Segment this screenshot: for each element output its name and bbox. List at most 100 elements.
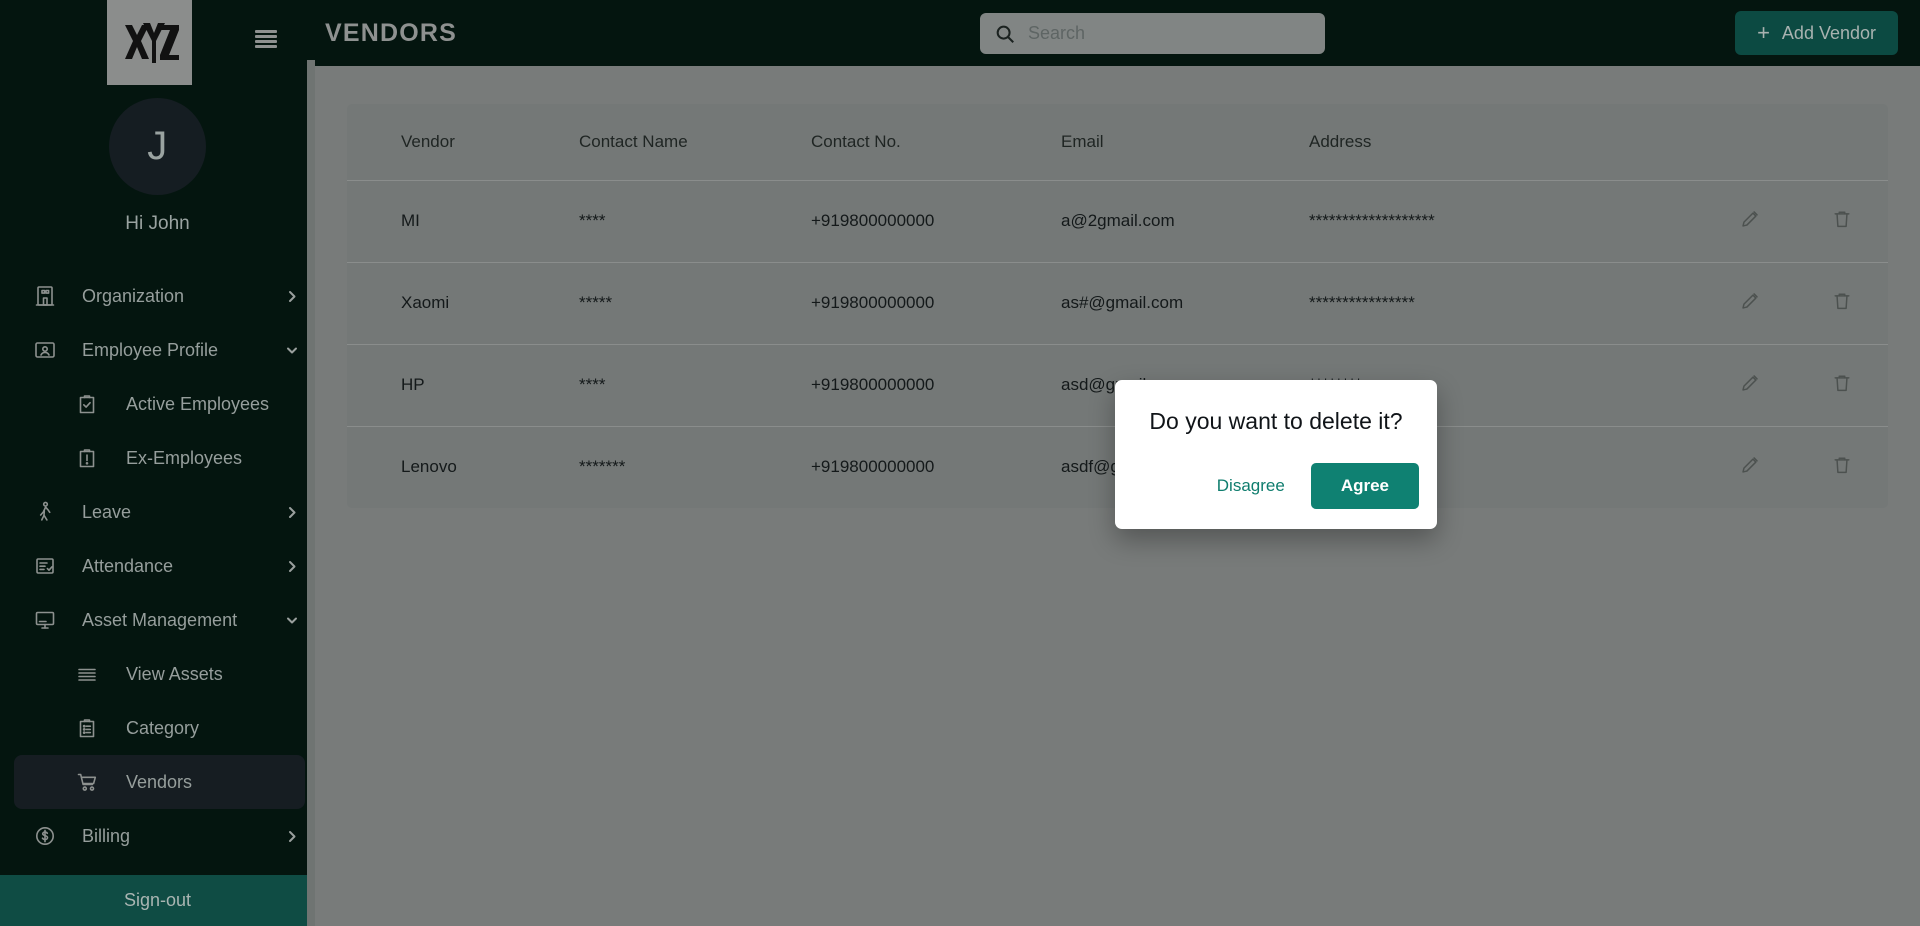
cell-vendor: Lenovo <box>347 425 579 508</box>
sidebar-brand-row <box>0 0 315 88</box>
cell-vendor: MI <box>347 179 579 262</box>
sidebar-item-organization[interactable]: Organization <box>14 269 305 323</box>
hamburger-icon[interactable] <box>255 30 277 48</box>
cell-vendor: HP <box>347 343 579 426</box>
sidebar-nav: Organization Employee Profile Active Emplo… <box>0 269 315 875</box>
list-check-icon <box>32 553 58 579</box>
cell-email: as#@gmail.com <box>1061 261 1309 344</box>
column-header-address: Address <box>1309 131 1372 151</box>
clipboard-check-icon <box>74 391 100 417</box>
user-greeting: Hi John <box>125 213 190 234</box>
chevron-right-icon[interactable] <box>285 829 299 843</box>
cell-contact-no: +919800000000 <box>811 261 1061 344</box>
avatar-initial: J <box>147 124 168 168</box>
cell-vendor: Xaomi <box>347 261 579 344</box>
agree-button[interactable]: Agree <box>1310 463 1419 509</box>
table-row: Xaomi ***** +919800000000 as#@gmail.com ****… <box>347 261 1888 344</box>
trash-icon[interactable] <box>1831 372 1853 394</box>
trash-icon[interactable] <box>1831 290 1853 312</box>
user-block: J Hi John <box>0 98 315 235</box>
disagree-button[interactable]: Disagree <box>1201 466 1301 506</box>
cell-contact-name: **** <box>579 179 811 262</box>
cell-contact-name: ***** <box>579 261 811 344</box>
monitor-icon <box>32 607 58 633</box>
column-header-contact-name: Contact Name <box>579 131 688 151</box>
search-input[interactable]: Search <box>980 13 1325 54</box>
column-header-delete-action <box>1796 104 1888 180</box>
search-placeholder: Search <box>1028 23 1086 43</box>
avatar[interactable]: J <box>109 98 206 195</box>
app-root: J Hi John Organization Employee Profile Ac… <box>0 0 1920 926</box>
sidebar-item-view-assets[interactable]: View Assets <box>14 647 305 701</box>
pencil-icon[interactable] <box>1739 372 1761 394</box>
sidebar-item-leave[interactable]: Leave <box>14 485 305 539</box>
sidebar-item-label: Asset Management <box>82 609 238 630</box>
sidebar-item-label: Active Employees <box>126 393 270 414</box>
sidebar-item-label: View Assets <box>126 663 223 684</box>
main-area: VENDORS Search + Add Vendor Vendor Contac… <box>315 0 1920 926</box>
column-header-email: Email <box>1061 131 1104 151</box>
sidebar-item-ex-employees[interactable]: Ex-Employees <box>14 431 305 485</box>
shopping-cart-icon <box>74 769 100 795</box>
id-card-icon <box>32 337 58 363</box>
chevron-right-icon[interactable] <box>285 289 299 303</box>
hamburger-bar <box>255 45 277 48</box>
chevron-down-icon[interactable] <box>285 613 299 627</box>
top-bar: VENDORS Search + Add Vendor <box>315 0 1920 66</box>
clipboard-alert-icon <box>74 445 100 471</box>
table-head: Vendor Contact Name Contact No. Email Addres… <box>347 104 1888 180</box>
sidebar-item-label: Billing <box>82 825 131 846</box>
sidebar-item-asset-management[interactable]: Asset Management <box>14 593 305 647</box>
pencil-icon[interactable] <box>1739 208 1761 230</box>
cell-address: **************** <box>1309 261 1704 344</box>
add-vendor-label: Add Vendor <box>1781 22 1876 43</box>
dollar-circle-icon <box>32 823 58 849</box>
sidebar-item-billing[interactable]: Billing <box>14 809 305 863</box>
chevron-right-icon[interactable] <box>285 559 299 573</box>
column-header-vendor: Vendor <box>401 131 455 151</box>
clipboard-list-icon <box>74 715 100 741</box>
delete-confirm-dialog: Do you want to delete it? Disagree Agree <box>1115 380 1437 529</box>
cell-email: a@2gmail.com <box>1061 179 1309 262</box>
sidebar-item-label: Organization <box>82 285 185 306</box>
hamburger-bar <box>255 35 277 38</box>
trash-icon[interactable] <box>1831 208 1853 230</box>
sidebar-scrollbar[interactable] <box>307 60 315 926</box>
sidebar: J Hi John Organization Employee Profile Ac… <box>0 0 315 926</box>
pencil-icon[interactable] <box>1739 454 1761 476</box>
sidebar-item-employee-profile[interactable]: Employee Profile <box>14 323 305 377</box>
dialog-actions: Disagree Agree <box>1115 441 1437 529</box>
cell-contact-no: +919800000000 <box>811 343 1061 426</box>
plus-icon: + <box>1757 20 1770 45</box>
page-title: VENDORS <box>325 18 458 47</box>
lines-icon <box>74 661 100 687</box>
search-icon <box>994 23 1016 45</box>
table-row: MI **** +919800000000 a@2gmail.com *********… <box>347 179 1888 262</box>
cell-contact-name: ******* <box>579 425 811 508</box>
sidebar-item-label: Leave <box>82 501 132 522</box>
sidebar-item-attendance[interactable]: Attendance <box>14 539 305 593</box>
cell-address: ******************* <box>1309 179 1704 262</box>
sign-out-button[interactable]: Sign-out <box>0 875 315 926</box>
sidebar-item-active-employees[interactable]: Active Employees <box>14 377 305 431</box>
cell-contact-no: +919800000000 <box>811 425 1061 508</box>
brand-logo[interactable] <box>107 0 192 85</box>
hamburger-bar <box>255 30 277 33</box>
add-vendor-button[interactable]: + Add Vendor <box>1735 11 1898 55</box>
column-header-edit-action <box>1704 104 1796 180</box>
building-icon <box>32 283 58 309</box>
pencil-icon[interactable] <box>1739 290 1761 312</box>
sidebar-item-label: Vendors <box>126 771 193 792</box>
cell-contact-name: **** <box>579 343 811 426</box>
cell-contact-no: +919800000000 <box>811 179 1061 262</box>
column-header-contact-no-: Contact No. <box>811 131 901 151</box>
sidebar-item-label: Category <box>126 717 200 738</box>
trash-icon[interactable] <box>1831 454 1853 476</box>
dialog-title: Do you want to delete it? <box>1149 408 1403 434</box>
chevron-down-icon[interactable] <box>285 343 299 357</box>
sidebar-item-vendors[interactable]: Vendors <box>14 755 305 809</box>
sidebar-item-label: Employee Profile <box>82 339 219 360</box>
sidebar-item-category[interactable]: Category <box>14 701 305 755</box>
sidebar-item-label: Ex-Employees <box>126 447 243 468</box>
chevron-right-icon[interactable] <box>285 505 299 519</box>
